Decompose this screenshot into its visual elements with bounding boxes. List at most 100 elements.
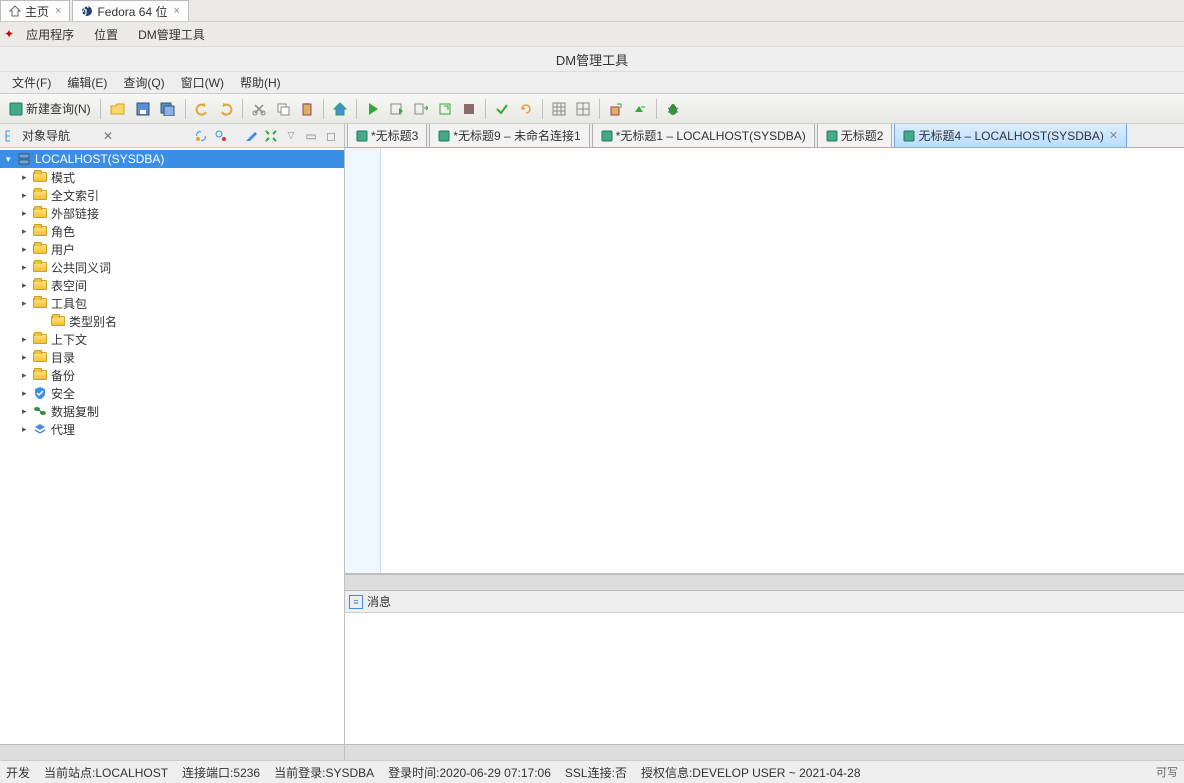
tree-item[interactable]: ▸上下文 <box>0 330 344 348</box>
sidebar-close-icon[interactable]: ✕ <box>103 129 113 143</box>
sidebar-expand-icon[interactable] <box>262 127 280 145</box>
new-query-button[interactable]: 新建查询(N) <box>5 98 95 120</box>
menu-query[interactable]: 查询(Q) <box>115 72 172 93</box>
sidebar-header: 对象导航 ✕ ▽ ▭ ◻ <box>0 124 344 148</box>
window-title: DM管理工具 <box>556 50 628 69</box>
tree-item[interactable]: ▸数据复制 <box>0 402 344 420</box>
sidebar-max-icon[interactable]: ◻ <box>322 127 340 145</box>
tree-item[interactable]: ▸公共同义词 <box>0 258 344 276</box>
commit-button[interactable] <box>434 98 456 120</box>
save-button[interactable] <box>132 98 154 120</box>
places-menu[interactable]: 位置 <box>84 24 128 45</box>
settings-icon <box>633 102 647 116</box>
editor-tab[interactable]: *无标题1 – LOCALHOST(SYSDBA) <box>592 124 815 147</box>
tree-item[interactable]: ▸全文索引 <box>0 186 344 204</box>
stop-icon <box>463 103 475 115</box>
cut-icon <box>252 102 266 116</box>
tree-item[interactable]: ▸安全 <box>0 384 344 402</box>
folder-icon <box>32 187 48 203</box>
tree-item[interactable]: ▸备份 <box>0 366 344 384</box>
grid-button[interactable] <box>548 98 570 120</box>
chevron-right-icon: ▸ <box>22 172 32 183</box>
tree-item[interactable]: ▸ 模式 <box>0 168 344 186</box>
grid2-button[interactable] <box>572 98 594 120</box>
chevron-right-icon: ▸ <box>22 334 32 345</box>
vm-tab-label: 主页 <box>25 3 49 20</box>
close-icon[interactable]: × <box>174 5 180 17</box>
sidebar-edit-icon[interactable] <box>242 127 260 145</box>
tree-item[interactable]: ▸用户 <box>0 240 344 258</box>
tree-item-label: 工具包 <box>51 295 87 312</box>
editor-body <box>345 148 1184 574</box>
status-auth: 授权信息:DEVELOP USER ~ 2021-04-28 <box>641 764 861 781</box>
close-icon[interactable]: ✕ <box>1109 129 1118 142</box>
vm-tab-fedora[interactable]: Fedora 64 位 × <box>72 0 188 21</box>
sidebar-scrollbar[interactable] <box>0 744 344 760</box>
undo-button[interactable] <box>191 98 213 120</box>
home-button[interactable] <box>329 98 351 120</box>
editor-scrollbar[interactable] <box>345 574 1184 590</box>
object-tree[interactable]: ▾ LOCALHOST(SYSDBA) ▸模式▸全文索引▸外部链接▸角色▸用户▸… <box>0 148 344 744</box>
stop-button[interactable] <box>458 98 480 120</box>
sidebar-dropdown-icon[interactable]: ▽ <box>282 127 300 145</box>
debug-button[interactable] <box>410 98 432 120</box>
tree-item[interactable]: ▸外部链接 <box>0 204 344 222</box>
sidebar-link-icon[interactable] <box>192 127 210 145</box>
tree-item[interactable]: ▸工具包 <box>0 294 344 312</box>
bug-button[interactable] <box>662 98 684 120</box>
tree-item-label: 外部链接 <box>51 205 99 222</box>
run-button[interactable] <box>362 98 384 120</box>
tree-item[interactable]: ▸目录 <box>0 348 344 366</box>
dm-menu[interactable]: DM管理工具 <box>128 24 215 45</box>
settings-button[interactable] <box>629 98 651 120</box>
message-tab-label: 消息 <box>367 593 391 610</box>
message-body[interactable] <box>345 613 1184 744</box>
sidebar-minimize-icon[interactable]: ▭ <box>302 127 320 145</box>
tree-item[interactable]: 类型别名 <box>0 312 344 330</box>
vm-tab-label: Fedora 64 位 <box>97 3 167 20</box>
paste-button[interactable] <box>296 98 318 120</box>
message-tab[interactable]: ≡ 消息 <box>345 591 1184 613</box>
tree-item[interactable]: ▸表空间 <box>0 276 344 294</box>
copy-icon <box>276 102 290 116</box>
check-icon <box>495 102 509 116</box>
menu-help[interactable]: 帮助(H) <box>232 72 289 93</box>
sql-file-icon <box>438 130 450 142</box>
menu-window[interactable]: 窗口(W) <box>173 72 232 93</box>
status-time: 登录时间:2020-06-29 07:17:06 <box>388 764 551 781</box>
open-button[interactable] <box>106 98 130 120</box>
editor-tab[interactable]: 无标题4 – LOCALHOST(SYSDBA)✕ <box>894 124 1127 147</box>
menu-edit[interactable]: 编辑(E) <box>59 72 115 93</box>
editor-tab[interactable]: 无标题2 <box>817 124 893 147</box>
check-button[interactable] <box>491 98 513 120</box>
editor-textarea[interactable] <box>381 148 1184 573</box>
save-all-icon <box>160 102 176 116</box>
save-all-button[interactable] <box>156 98 180 120</box>
close-icon[interactable]: × <box>55 5 61 17</box>
cut-button[interactable] <box>248 98 270 120</box>
sql-file-icon <box>903 130 915 142</box>
tree-root[interactable]: ▾ LOCALHOST(SYSDBA) <box>0 150 344 168</box>
refresh-button[interactable] <box>515 98 537 120</box>
sidebar-link2-icon[interactable] <box>212 127 230 145</box>
folder-icon <box>32 223 48 239</box>
tree-item[interactable]: ▸代理 <box>0 420 344 438</box>
menu-file[interactable]: 文件(F) <box>4 72 59 93</box>
tree-item[interactable]: ▸角色 <box>0 222 344 240</box>
tree-item-label: 公共同义词 <box>51 259 111 276</box>
toolbar: 新建查询(N) <box>0 94 1184 124</box>
message-panel: ≡ 消息 <box>345 590 1184 760</box>
editor-tab[interactable]: *无标题3 <box>347 124 427 147</box>
editor-tab-label: 无标题2 <box>841 127 884 144</box>
menubar: 文件(F) 编辑(E) 查询(Q) 窗口(W) 帮助(H) <box>0 72 1184 94</box>
run-script-button[interactable] <box>386 98 408 120</box>
message-scrollbar[interactable] <box>345 744 1184 760</box>
tree-item-label: 模式 <box>51 169 75 186</box>
redo-button[interactable] <box>215 98 237 120</box>
copy-button[interactable] <box>272 98 294 120</box>
apps-menu[interactable]: 应用程序 <box>16 24 84 45</box>
vm-tab-home[interactable]: 主页 × <box>0 0 70 21</box>
export-button[interactable] <box>605 98 627 120</box>
editor-tab[interactable]: *无标题9 – 未命名连接1 <box>429 124 589 147</box>
sidebar-title: 对象导航 <box>22 127 99 144</box>
